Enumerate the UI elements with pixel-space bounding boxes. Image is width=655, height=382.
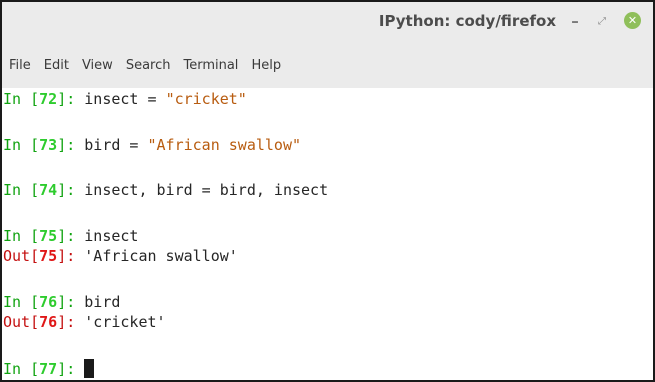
menu-view[interactable]: View: [82, 44, 113, 88]
out-prompt-number: 75: [39, 247, 58, 265]
in-prompt-close: ]:: [57, 90, 85, 108]
terminal-window: IPython: cody/firefox – ⤢ ✕ File Edit Vi…: [0, 0, 655, 382]
title-bar[interactable]: IPython: cody/firefox – ⤢ ✕: [2, 2, 653, 44]
input-code: bird: [84, 293, 121, 311]
in-prompt-number: 76: [39, 293, 58, 311]
in-prompt-label: In [: [3, 136, 40, 154]
in-prompt-label: In [: [3, 360, 40, 378]
menu-file[interactable]: File: [9, 44, 31, 88]
input-line: In [73]: bird = "African swallow": [3, 135, 301, 155]
out-prompt-label: Out[: [3, 247, 40, 265]
in-prompt-close: ]:: [57, 181, 85, 199]
in-prompt-close: ]:: [57, 293, 85, 311]
in-prompt-label: In [: [3, 181, 40, 199]
terminal-output[interactable]: In [72]: insect = "cricket" In [73]: bir…: [2, 88, 653, 380]
input-line[interactable]: In [77]:: [3, 359, 95, 379]
in-prompt-number: 75: [39, 227, 58, 245]
menu-search[interactable]: Search: [126, 44, 171, 88]
in-prompt-close: ]:: [57, 360, 85, 378]
input-line: In [74]: insect, bird = bird, insect: [3, 180, 328, 200]
input-string: "cricket": [165, 90, 247, 108]
output-line: Out[76]: 'cricket': [3, 312, 166, 332]
out-prompt-close: ]:: [57, 313, 85, 331]
in-prompt-close: ]:: [57, 136, 85, 154]
input-string: "African swallow": [147, 136, 302, 154]
output-value: 'cricket': [84, 313, 166, 331]
input-line: In [75]: insect: [3, 226, 138, 246]
in-prompt-label: In [: [3, 293, 40, 311]
output-line: Out[75]: 'African swallow': [3, 246, 238, 266]
in-prompt-label: In [: [3, 227, 40, 245]
input-code: insect =: [84, 90, 166, 108]
in-prompt-label: In [: [3, 90, 40, 108]
out-prompt-number: 76: [39, 313, 58, 331]
menu-help[interactable]: Help: [251, 44, 281, 88]
maximize-icon[interactable]: ⤢: [595, 11, 609, 31]
text-cursor: [84, 359, 95, 378]
output-value: 'African swallow': [84, 247, 238, 265]
out-prompt-label: Out[: [3, 313, 40, 331]
menu-terminal[interactable]: Terminal: [183, 44, 238, 88]
in-prompt-number: 77: [39, 360, 58, 378]
in-prompt-number: 73: [39, 136, 58, 154]
input-code: bird =: [84, 136, 148, 154]
menu-bar: File Edit View Search Terminal Help: [2, 44, 653, 88]
input-code: insect, bird = bird, insect: [84, 181, 329, 199]
close-icon[interactable]: ✕: [624, 12, 641, 29]
window-title: IPython: cody/firefox: [378, 12, 556, 30]
in-prompt-number: 74: [39, 181, 58, 199]
minimize-icon[interactable]: –: [567, 11, 583, 31]
in-prompt-close: ]:: [57, 227, 85, 245]
menu-edit[interactable]: Edit: [44, 44, 69, 88]
in-prompt-number: 72: [39, 90, 58, 108]
input-line: In [76]: bird: [3, 292, 120, 312]
input-code: insect: [84, 227, 139, 245]
input-line: In [72]: insect = "cricket": [3, 89, 247, 109]
out-prompt-close: ]:: [57, 247, 85, 265]
